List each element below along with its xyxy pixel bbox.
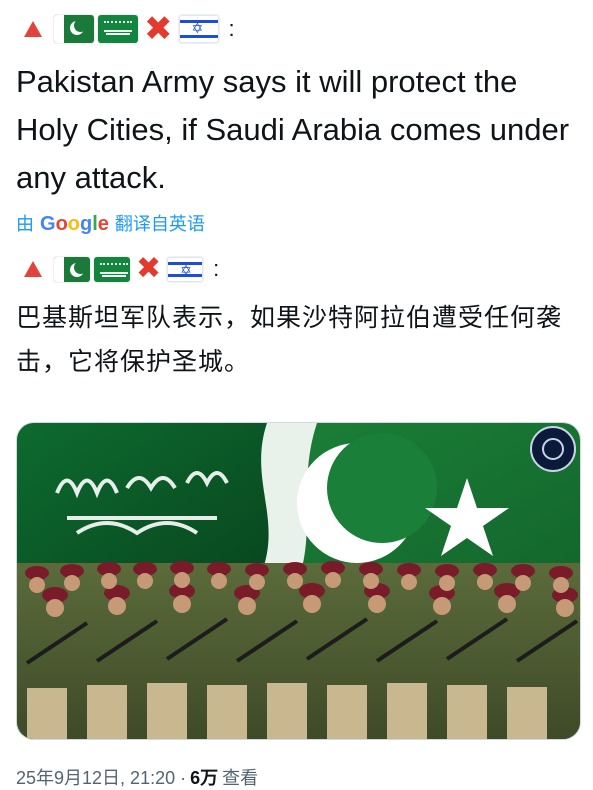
- post-timestamp[interactable]: 25年9月12日, 21:20 ·: [16, 764, 186, 790]
- views-count: 6万: [190, 768, 219, 788]
- pakistan-flag-icon: [54, 15, 94, 43]
- emoji-header: ✖ ✡ :: [24, 12, 235, 46]
- emoji-header-translated: ✖ ✡ :: [24, 254, 219, 284]
- translate-suffix: 翻译自英语: [114, 214, 205, 234]
- red-triangle-icon: [24, 21, 42, 37]
- post-text-chinese: 巴基斯坦军队表示，如果沙特阿拉伯遭受任何袭击，它将保护圣城。: [16, 304, 563, 376]
- pakistan-flag-icon: [54, 256, 90, 282]
- israel-flag-icon: ✡: [178, 15, 219, 43]
- views-label: 查看: [222, 768, 259, 788]
- emoji-colon: :: [213, 256, 220, 281]
- soldiers-flags-illustration: [17, 423, 580, 739]
- post-image[interactable]: [16, 422, 581, 740]
- post-text-english: Pakistan Army says it will protect the H…: [16, 64, 570, 195]
- saudi-flag-icon: [94, 256, 130, 282]
- red-triangle-icon: [24, 261, 42, 277]
- cross-mark-icon: ✖: [144, 9, 173, 49]
- emoji-colon: :: [228, 16, 235, 41]
- saudi-flag-icon: [98, 15, 138, 43]
- post-meta: 25年9月12日, 21:20 · 6万 查看: [16, 764, 258, 790]
- translate-prefix: 由: [16, 214, 34, 234]
- israel-flag-icon: ✡: [167, 256, 204, 282]
- cross-mark-icon: ✖: [136, 251, 162, 286]
- translation-link[interactable]: 由 Google 翻译自英语: [16, 210, 205, 236]
- google-logo: Google: [40, 213, 109, 235]
